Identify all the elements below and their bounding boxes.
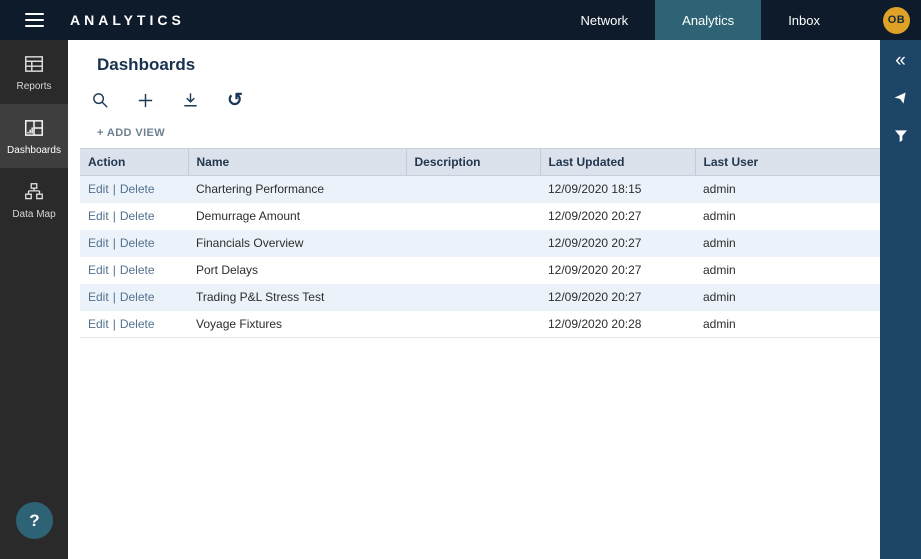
edit-link[interactable]: Edit <box>88 182 109 196</box>
column-header-last-updated[interactable]: Last Updated <box>540 149 695 176</box>
avatar[interactable]: OB <box>883 7 910 34</box>
help-button[interactable]: ? <box>16 502 53 539</box>
description-cell <box>406 176 540 203</box>
last-updated-cell: 12/09/2020 20:27 <box>540 257 695 284</box>
action-cell: Edit | Delete <box>80 257 188 284</box>
sidebar-item-dashboards[interactable]: Dashboards <box>0 104 68 168</box>
last-user-cell: admin <box>695 257 880 284</box>
last-updated-cell: 12/09/2020 20:28 <box>540 311 695 338</box>
dashboards-icon <box>23 117 45 139</box>
delete-link[interactable]: Delete <box>120 209 155 223</box>
last-user-cell: admin <box>695 311 880 338</box>
edit-link[interactable]: Edit <box>88 290 109 304</box>
delete-link[interactable]: Delete <box>120 236 155 250</box>
action-separator: | <box>113 236 116 250</box>
main-content: Dashboards ↺ + ADD VIEW Action <box>68 40 880 559</box>
action-separator: | <box>113 263 116 277</box>
action-cell: Edit | Delete <box>80 203 188 230</box>
table-header-row: Action Name Description Last Updated Las… <box>80 149 880 176</box>
name-cell: Financials Overview <box>188 230 406 257</box>
delete-link[interactable]: Delete <box>120 182 155 196</box>
last-updated-cell: 12/09/2020 18:15 <box>540 176 695 203</box>
top-bar: ANALYTICS Network Analytics Inbox OB <box>0 0 921 40</box>
action-separator: | <box>113 317 116 331</box>
right-sidebar: « <box>880 40 921 559</box>
sidebar-item-reports[interactable]: Reports <box>0 40 68 104</box>
last-updated-cell: 12/09/2020 20:27 <box>540 203 695 230</box>
table-row: Edit | Delete Trading P&L Stress Test 12/0… <box>80 284 880 311</box>
toolbar: ↺ <box>90 90 880 110</box>
dashboards-table: Action Name Description Last Updated Las… <box>80 148 880 338</box>
reports-icon <box>23 53 45 75</box>
reset-icon[interactable]: ↺ <box>225 90 245 110</box>
description-cell <box>406 284 540 311</box>
action-cell: Edit | Delete <box>80 311 188 338</box>
filter-icon[interactable] <box>889 124 913 148</box>
edit-link[interactable]: Edit <box>88 236 109 250</box>
edit-link[interactable]: Edit <box>88 317 109 331</box>
description-cell <box>406 257 540 284</box>
action-cell: Edit | Delete <box>80 176 188 203</box>
description-cell <box>406 203 540 230</box>
tab-analytics[interactable]: Analytics <box>655 0 761 40</box>
brand-logo: ANALYTICS <box>70 12 185 28</box>
column-header-name[interactable]: Name <box>188 149 406 176</box>
name-cell: Chartering Performance <box>188 176 406 203</box>
collapse-panel-icon[interactable]: « <box>889 48 913 72</box>
last-user-cell: admin <box>695 203 880 230</box>
last-user-cell: admin <box>695 284 880 311</box>
column-header-last-user[interactable]: Last User <box>695 149 880 176</box>
hamburger-menu-icon[interactable] <box>0 0 68 40</box>
table-row: Edit | Delete Voyage Fixtures 12/09/2020 2… <box>80 311 880 338</box>
tab-inbox[interactable]: Inbox <box>761 0 847 40</box>
column-header-action[interactable]: Action <box>80 149 188 176</box>
action-cell: Edit | Delete <box>80 284 188 311</box>
add-view-button[interactable]: + ADD VIEW <box>97 127 165 139</box>
action-separator: | <box>113 290 116 304</box>
page-title: Dashboards <box>97 55 880 75</box>
last-updated-cell: 12/09/2020 20:27 <box>540 284 695 311</box>
table-row: Edit | Delete Chartering Performance 12/09… <box>80 176 880 203</box>
sidebar-item-label: Dashboards <box>7 145 61 156</box>
name-cell: Demurrage Amount <box>188 203 406 230</box>
name-cell: Port Delays <box>188 257 406 284</box>
search-icon[interactable] <box>90 90 110 110</box>
action-cell: Edit | Delete <box>80 230 188 257</box>
delete-link[interactable]: Delete <box>120 290 155 304</box>
table-row: Edit | Delete Demurrage Amount 12/09/2020 … <box>80 203 880 230</box>
data-map-icon <box>23 181 45 203</box>
table-row: Edit | Delete Financials Overview 12/09/20… <box>80 230 880 257</box>
description-cell <box>406 311 540 338</box>
name-cell: Voyage Fixtures <box>188 311 406 338</box>
last-user-cell: admin <box>695 176 880 203</box>
tab-network[interactable]: Network <box>553 0 655 40</box>
add-icon[interactable] <box>135 90 155 110</box>
delete-link[interactable]: Delete <box>120 263 155 277</box>
pointer-tool-icon[interactable] <box>889 86 913 110</box>
edit-link[interactable]: Edit <box>88 263 109 277</box>
sidebar-item-data-map[interactable]: Data Map <box>0 168 68 232</box>
description-cell <box>406 230 540 257</box>
last-user-cell: admin <box>695 230 880 257</box>
delete-link[interactable]: Delete <box>120 317 155 331</box>
table-row: Edit | Delete Port Delays 12/09/2020 20:27… <box>80 257 880 284</box>
download-icon[interactable] <box>180 90 200 110</box>
left-sidebar: Reports Dashboards Data Map ? <box>0 40 68 559</box>
last-updated-cell: 12/09/2020 20:27 <box>540 230 695 257</box>
action-separator: | <box>113 182 116 196</box>
name-cell: Trading P&L Stress Test <box>188 284 406 311</box>
edit-link[interactable]: Edit <box>88 209 109 223</box>
sidebar-item-label: Reports <box>16 81 51 92</box>
action-separator: | <box>113 209 116 223</box>
sidebar-item-label: Data Map <box>12 209 55 220</box>
column-header-description[interactable]: Description <box>406 149 540 176</box>
